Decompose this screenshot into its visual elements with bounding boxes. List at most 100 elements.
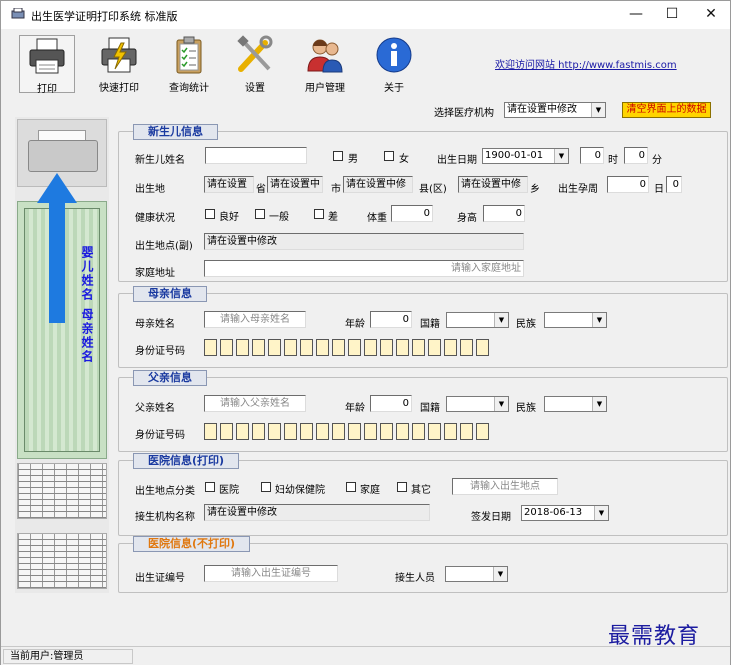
about-button[interactable]: 关于: [366, 35, 422, 94]
cert-number-input[interactable]: 请输入出生证编号: [204, 565, 338, 582]
maternal-hospital-checkbox[interactable]: [261, 482, 271, 492]
mother-nationality-label: 国籍: [420, 319, 440, 330]
birth-minute-input[interactable]: 0: [624, 147, 648, 164]
id-digit-box[interactable]: [428, 423, 441, 440]
midwife-select[interactable]: ▼: [445, 566, 508, 582]
id-digit-box[interactable]: [364, 423, 377, 440]
id-digit-box[interactable]: [348, 423, 361, 440]
female-checkbox[interactable]: [384, 151, 394, 161]
status-bar: 当前用户:管理员: [1, 646, 730, 665]
health-fair-checkbox[interactable]: [255, 209, 265, 219]
father-name-input[interactable]: 请输入父亲姓名: [204, 395, 306, 412]
newborn-name-input[interactable]: [205, 147, 307, 164]
delivery-org-input[interactable]: 请在设置中修改: [204, 504, 430, 521]
id-digit-box[interactable]: [380, 339, 393, 356]
male-checkbox[interactable]: [333, 151, 343, 161]
height-input[interactable]: 0: [483, 205, 525, 222]
father-ethnicity-select[interactable]: ▼: [544, 396, 607, 412]
id-digit-box[interactable]: [268, 339, 281, 356]
town-input[interactable]: 请在设置中修: [458, 176, 528, 193]
id-digit-box[interactable]: [236, 339, 249, 356]
father-age-input[interactable]: 0: [370, 395, 412, 412]
health-good-checkbox[interactable]: [205, 209, 215, 219]
org-select[interactable]: 请在设置中修改 ▼: [504, 102, 606, 118]
id-digit-box[interactable]: [364, 339, 377, 356]
id-digit-box[interactable]: [220, 339, 233, 356]
id-digit-box[interactable]: [268, 423, 281, 440]
settings-button[interactable]: 设置: [227, 35, 283, 94]
id-digit-box[interactable]: [284, 423, 297, 440]
chevron-down-icon: ▼: [493, 567, 507, 581]
id-digit-box[interactable]: [332, 339, 345, 356]
website-link[interactable]: 欢迎访问网站 http://www.fastmis.com: [495, 56, 677, 71]
id-digit-box[interactable]: [476, 423, 489, 440]
county-input[interactable]: 请在设置中修: [343, 176, 413, 193]
city-input[interactable]: 请在设置中: [267, 176, 323, 193]
id-digit-box[interactable]: [380, 423, 393, 440]
home-checkbox[interactable]: [346, 482, 356, 492]
id-digit-box[interactable]: [396, 339, 409, 356]
mother-ethnicity-select[interactable]: ▼: [544, 312, 607, 328]
birth-hour-input[interactable]: 0: [580, 147, 604, 164]
id-digit-box[interactable]: [444, 423, 457, 440]
birth-date-label: 出生日期: [437, 155, 477, 166]
clear-data-button[interactable]: 清空界面上的数据: [622, 102, 711, 118]
id-digit-box[interactable]: [428, 339, 441, 356]
id-digit-box[interactable]: [460, 339, 473, 356]
id-digit-box[interactable]: [460, 423, 473, 440]
id-digit-box[interactable]: [332, 423, 345, 440]
chevron-down-icon: ▼: [554, 149, 568, 163]
birth-date-picker[interactable]: 1900-01-01 ▼: [482, 148, 569, 164]
form-preview-image-1: [17, 463, 107, 519]
town-unit-label: 乡: [530, 184, 540, 195]
newborn-section-title: 新生儿信息: [133, 124, 218, 140]
id-digit-box[interactable]: [444, 339, 457, 356]
city-unit-label: 市: [331, 184, 341, 195]
mother-name-input[interactable]: 请输入母亲姓名: [204, 311, 306, 328]
id-digit-box[interactable]: [348, 339, 361, 356]
mother-nationality-select[interactable]: ▼: [446, 312, 509, 328]
mother-age-input[interactable]: 0: [370, 311, 412, 328]
id-digit-box[interactable]: [396, 423, 409, 440]
users-icon: [307, 39, 343, 73]
home-address-input[interactable]: 请输入家庭地址: [204, 260, 524, 277]
birthplace-alt-input[interactable]: 请在设置中修改: [204, 233, 524, 250]
print-button[interactable]: 打印: [19, 35, 75, 95]
hospital-option-label: 医院: [219, 485, 239, 496]
id-digit-box[interactable]: [236, 423, 249, 440]
issue-date-picker[interactable]: 2018-06-13 ▼: [521, 505, 609, 521]
close-button[interactable]: ✕: [689, 1, 731, 29]
newborn-name-label: 新生儿姓名: [135, 155, 185, 166]
id-digit-box[interactable]: [300, 339, 313, 356]
hospital-print-group: 医院信息(打印): [118, 453, 728, 536]
id-digit-box[interactable]: [316, 423, 329, 440]
weight-input[interactable]: 0: [391, 205, 433, 222]
id-digit-box[interactable]: [220, 423, 233, 440]
other-checkbox[interactable]: [397, 482, 407, 492]
health-poor-checkbox[interactable]: [314, 209, 324, 219]
printer-icon: [29, 38, 65, 74]
gestation-week-input[interactable]: 0: [607, 176, 649, 193]
maximize-button[interactable]: ☐: [650, 1, 694, 29]
id-digit-box[interactable]: [252, 339, 265, 356]
id-digit-box[interactable]: [284, 339, 297, 356]
id-digit-box[interactable]: [204, 339, 217, 356]
about-label: 关于: [384, 83, 404, 94]
id-digit-box[interactable]: [316, 339, 329, 356]
id-digit-box[interactable]: [252, 423, 265, 440]
father-nationality-select[interactable]: ▼: [446, 396, 509, 412]
user-management-button[interactable]: 用户管理: [297, 35, 353, 94]
chevron-down-icon: ▼: [592, 397, 606, 411]
query-stats-button[interactable]: 查询统计: [161, 35, 217, 94]
gestation-day-input[interactable]: 0: [666, 176, 682, 193]
id-digit-box[interactable]: [412, 423, 425, 440]
quick-print-button[interactable]: 快速打印: [91, 35, 147, 94]
id-digit-box[interactable]: [204, 423, 217, 440]
hospital-checkbox[interactable]: [205, 482, 215, 492]
female-label: 女: [399, 154, 409, 165]
province-input[interactable]: 请在设置: [204, 176, 254, 193]
id-digit-box[interactable]: [412, 339, 425, 356]
birthplace-input[interactable]: 请输入出生地点: [452, 478, 558, 495]
id-digit-box[interactable]: [476, 339, 489, 356]
id-digit-box[interactable]: [300, 423, 313, 440]
